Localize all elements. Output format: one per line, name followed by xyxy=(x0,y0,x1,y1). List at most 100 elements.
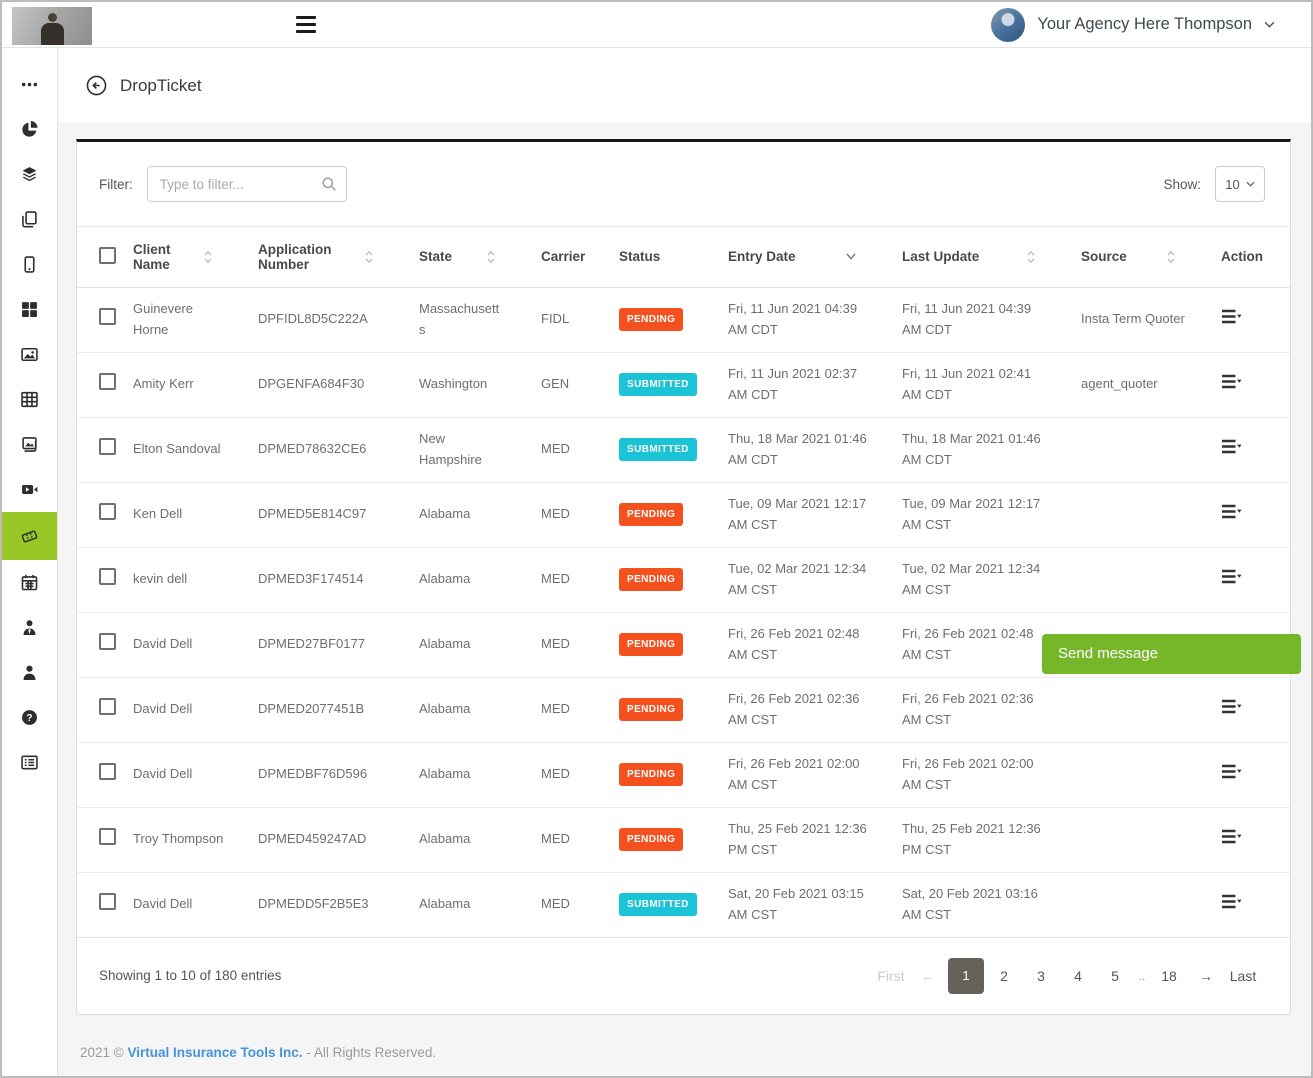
cell-source: Insta Term Quoter xyxy=(1081,287,1221,352)
video-camera-icon xyxy=(21,481,38,498)
col-state[interactable]: State xyxy=(419,249,452,264)
sidebar-item-forms[interactable] xyxy=(2,740,57,785)
col-action: Action xyxy=(1221,249,1263,264)
cell-state: Alabama xyxy=(419,612,541,677)
row-checkbox[interactable] xyxy=(99,828,116,845)
row-action-menu[interactable] xyxy=(1221,439,1242,454)
cell-entry-date: Thu, 18 Mar 2021 01:46 AM CDT xyxy=(728,417,902,482)
row-checkbox[interactable] xyxy=(99,438,116,455)
row-action-menu[interactable] xyxy=(1221,374,1242,389)
status-badge: SUBMITTED xyxy=(619,438,697,461)
sidebar-item-dashboard[interactable] xyxy=(2,287,57,332)
status-badge: PENDING xyxy=(619,633,683,656)
row-checkbox[interactable] xyxy=(99,503,116,520)
sidebar-item-help[interactable]: ? xyxy=(2,695,57,740)
menu-toggle-icon[interactable] xyxy=(296,16,316,33)
sort-icon[interactable] xyxy=(487,250,495,264)
row-action-menu[interactable] xyxy=(1221,699,1242,714)
row-action-menu[interactable] xyxy=(1221,829,1242,844)
cell-state: New Hampshire xyxy=(419,417,541,482)
ticket-icon xyxy=(21,528,38,545)
cell-client-name: David Dell xyxy=(133,872,258,937)
show-select[interactable]: 10 xyxy=(1215,166,1265,202)
row-action-menu[interactable] xyxy=(1221,504,1242,519)
row-checkbox[interactable] xyxy=(99,893,116,910)
page-item[interactable]: 18 xyxy=(1152,958,1186,994)
send-message-toast[interactable]: Send message xyxy=(1042,634,1301,674)
cell-carrier: MED xyxy=(541,872,619,937)
cell-entry-date: Thu, 25 Feb 2021 12:36 PM CST xyxy=(728,807,902,872)
page-item[interactable]: Last xyxy=(1226,958,1260,994)
select-all-checkbox[interactable] xyxy=(99,247,116,264)
row-action-menu[interactable] xyxy=(1221,764,1242,779)
sort-icon[interactable] xyxy=(204,250,212,264)
user-menu[interactable]: Your Agency Here Thompson xyxy=(991,8,1275,42)
status-badge: PENDING xyxy=(619,503,683,526)
sidebar-item-calendar[interactable] xyxy=(2,560,57,605)
row-action-menu[interactable] xyxy=(1221,569,1242,584)
col-last-update[interactable]: Last Update xyxy=(902,249,979,264)
sidebar-item-media[interactable] xyxy=(2,332,57,377)
cell-source: agent_quoter xyxy=(1081,352,1221,417)
back-circle-icon[interactable] xyxy=(86,75,107,96)
col-application-number[interactable]: Application Number xyxy=(258,242,350,272)
sort-icon[interactable] xyxy=(1167,250,1175,264)
page-header: DropTicket xyxy=(58,48,1311,122)
footer-company-link[interactable]: Virtual Insurance Tools Inc. xyxy=(128,1045,303,1060)
row-checkbox[interactable] xyxy=(99,763,116,780)
sidebar-item-video[interactable] xyxy=(2,467,57,512)
page-item[interactable]: 3 xyxy=(1024,958,1058,994)
row-checkbox[interactable] xyxy=(99,698,116,715)
action-menu-icon xyxy=(1221,309,1242,324)
row-action-menu[interactable] xyxy=(1221,894,1242,909)
calendar-icon xyxy=(21,574,38,591)
brand-logo-photo[interactable] xyxy=(12,7,92,45)
filter-input[interactable] xyxy=(147,166,347,202)
more-icon xyxy=(21,76,38,93)
sidebar-item-gallery[interactable] xyxy=(2,422,57,467)
col-source[interactable]: Source xyxy=(1081,249,1127,264)
cell-client-name: Elton Sandoval xyxy=(133,417,258,482)
col-entry-date[interactable]: Entry Date xyxy=(728,249,796,264)
page-item[interactable]: 4 xyxy=(1061,958,1095,994)
sidebar-item-copy[interactable] xyxy=(2,197,57,242)
sidebar-item-table[interactable] xyxy=(2,377,57,422)
page-item[interactable]: 2 xyxy=(987,958,1021,994)
cell-state: Alabama xyxy=(419,742,541,807)
sidebar-item-layers[interactable] xyxy=(2,152,57,197)
sidebar-item-reports[interactable] xyxy=(2,107,57,152)
logo-person-torso xyxy=(41,23,64,45)
sort-icon[interactable] xyxy=(1027,250,1035,264)
footer-year: 2021 © xyxy=(80,1045,124,1060)
sidebar-item-clients[interactable] xyxy=(2,650,57,695)
table-grid-icon xyxy=(21,391,38,408)
sidebar-item-agents[interactable] xyxy=(2,605,57,650)
cell-application-number: DPFIDL8D5C222A xyxy=(258,287,419,352)
sort-desc-icon[interactable] xyxy=(846,253,856,260)
sidebar-item-mobile[interactable] xyxy=(2,242,57,287)
sidebar-item-dropticket[interactable] xyxy=(2,512,57,560)
action-menu-icon xyxy=(1221,894,1242,909)
sort-icon[interactable] xyxy=(365,250,373,264)
status-badge: PENDING xyxy=(619,763,683,786)
cell-carrier: FIDL xyxy=(541,287,619,352)
action-menu-icon xyxy=(1221,764,1242,779)
sidebar-item-more[interactable] xyxy=(2,62,57,107)
row-checkbox[interactable] xyxy=(99,373,116,390)
row-checkbox[interactable] xyxy=(99,568,116,585)
page-item[interactable]: → xyxy=(1189,958,1223,994)
table-row: Guinevere HorneDPFIDL8D5C222AMassachuset… xyxy=(77,287,1291,352)
table-row: David DellDPMEDD5F2B5E3AlabamaMEDSUBMITT… xyxy=(77,872,1291,937)
chevron-down-icon xyxy=(1264,21,1275,28)
cell-application-number: DPMED3F174514 xyxy=(258,547,419,612)
page-item[interactable]: 5 xyxy=(1098,958,1132,994)
page-current[interactable]: 1 xyxy=(948,958,984,994)
row-action-menu[interactable] xyxy=(1221,309,1242,324)
cell-source xyxy=(1081,807,1221,872)
copy-icon xyxy=(21,211,38,228)
status-badge: PENDING xyxy=(619,698,683,721)
row-checkbox[interactable] xyxy=(99,633,116,650)
row-checkbox[interactable] xyxy=(99,308,116,325)
entries-summary: Showing 1 to 10 of 180 entries xyxy=(99,968,281,983)
col-client-name[interactable]: Client Name xyxy=(133,242,195,272)
